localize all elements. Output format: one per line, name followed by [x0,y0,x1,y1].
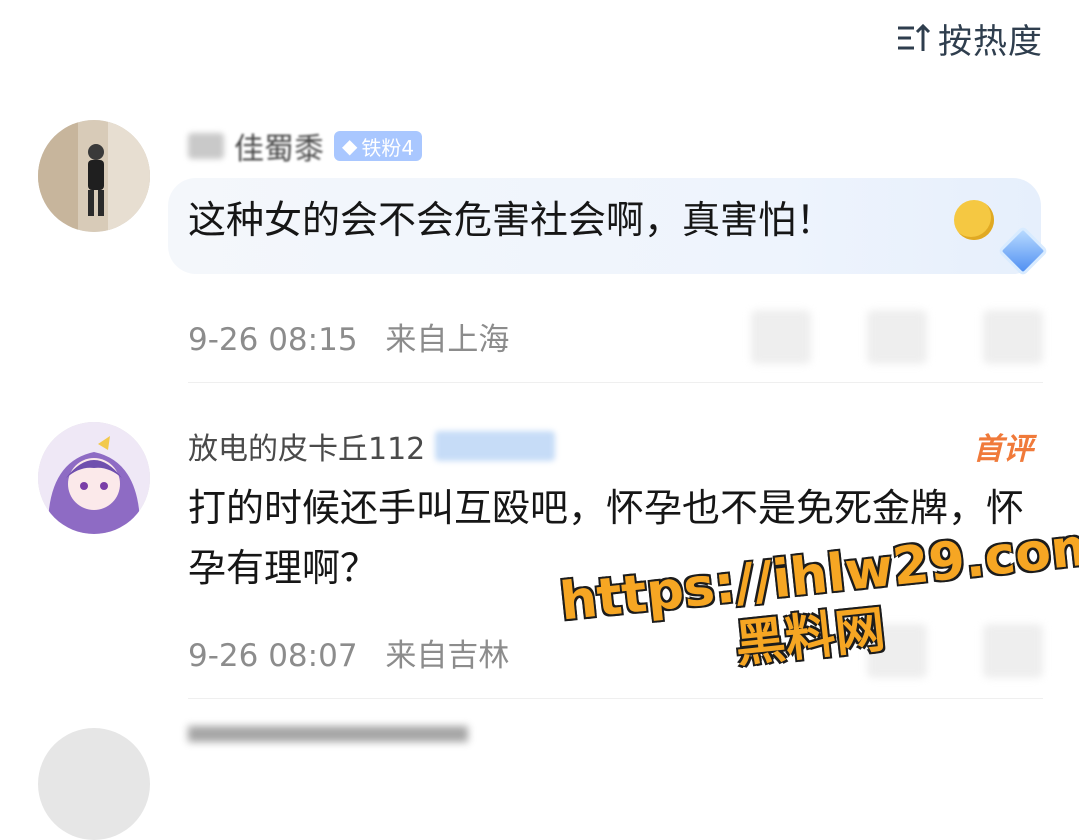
comment-actions [751,310,1043,364]
comment-date: 9-26 08:07 [188,638,358,674]
sort-label: 按热度 [938,21,1043,62]
comment-location: 来自上海 [385,322,510,358]
redacted-name-part [188,133,224,159]
divider [188,382,1043,383]
comment-username[interactable] [188,726,468,742]
divider [188,698,1043,699]
comment-username[interactable]: 佳蜀黍 ◆ 铁粉4 [188,124,423,168]
avatar[interactable] [38,120,150,232]
diamond-icon: ◆ [342,134,358,158]
first-comment-tag: 首评 [973,432,1033,467]
reply-icon[interactable] [867,310,927,364]
fan-badge: ◆ 铁粉4 [334,131,423,161]
sort-by-heat-icon [896,21,932,55]
redacted-badge [435,431,556,461]
comment-date: 9-26 08:15 [188,322,358,358]
comment-meta: 9-26 08:07 来自吉林 [188,630,509,675]
avatar[interactable] [38,728,150,840]
sort-by-heat-button[interactable]: 按热度 [896,18,1043,62]
username-text: 放电的皮卡丘112 [188,432,426,467]
comment-text: 这种女的会不会危害社会啊，真害怕！ [188,198,835,242]
fan-badge-label: 铁粉4 [361,135,415,160]
shushing-face-emoji [954,200,994,240]
like-icon[interactable] [983,310,1043,364]
avatar[interactable] [38,422,150,534]
username-text: 佳蜀黍 [234,132,324,167]
comment-location: 来自吉林 [385,638,510,674]
comment-username[interactable]: 放电的皮卡丘112 [188,424,556,468]
share-button[interactable] [751,310,811,364]
comment-meta: 9-26 08:15 来自上海 [188,314,509,359]
